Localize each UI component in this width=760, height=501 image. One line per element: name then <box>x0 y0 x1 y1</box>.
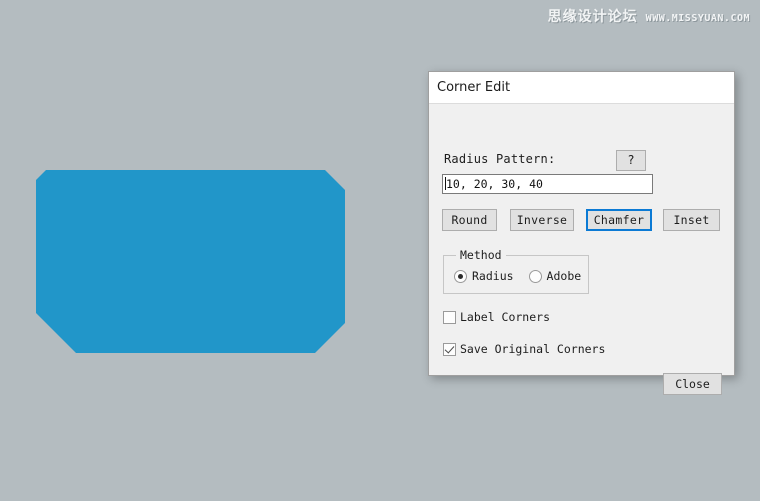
radio-method-adobe-label: Adobe <box>546 269 582 283</box>
dialog-title: Corner Edit <box>437 80 511 95</box>
chamfer-button[interactable]: Chamfer <box>586 209 652 231</box>
radius-pattern-label: Radius Pattern: <box>444 152 556 166</box>
checkbox-unchecked-icon <box>443 310 456 324</box>
corner-edit-dialog[interactable]: Corner Edit Radius Pattern: ? 10, 20, 30… <box>428 71 735 395</box>
checkbox-label-corners[interactable]: Label Corners <box>443 310 550 324</box>
radio-unselected-icon <box>528 269 542 283</box>
inverse-button[interactable]: Inverse <box>510 209 574 231</box>
close-button[interactable]: Close <box>663 373 722 395</box>
dialog-body: Radius Pattern: ? 10, 20, 30, 40 Round I… <box>429 104 734 395</box>
radio-method-adobe[interactable]: Adobe <box>528 269 582 283</box>
chamfered-rectangle-shape[interactable] <box>36 170 345 353</box>
radius-pattern-input[interactable]: 10, 20, 30, 40 <box>442 174 653 194</box>
dialog-titlebar[interactable]: Corner Edit <box>429 72 734 104</box>
radio-method-radius[interactable]: Radius <box>454 269 514 283</box>
round-button[interactable]: Round <box>442 209 497 231</box>
checkbox-save-original-corners[interactable]: Save Original Corners <box>443 342 605 356</box>
method-fieldset: Method Radius Adobe <box>443 248 589 294</box>
method-radio-row: Radius Adobe <box>454 269 581 283</box>
chamfered-rectangle-path <box>36 170 345 353</box>
inset-button[interactable]: Inset <box>663 209 720 231</box>
checkbox-checked-icon <box>443 342 456 356</box>
radio-method-radius-label: Radius <box>472 269 514 283</box>
radius-pattern-value: 10, 20, 30, 40 <box>446 177 543 191</box>
operation-button-row: Round Inverse Chamfer Inset <box>442 209 724 231</box>
help-button[interactable]: ? <box>616 150 646 171</box>
checkbox-save-original-corners-label: Save Original Corners <box>460 342 606 356</box>
checkbox-label-corners-label: Label Corners <box>460 310 551 324</box>
radio-selected-icon <box>454 269 467 283</box>
method-legend: Method <box>456 248 506 262</box>
